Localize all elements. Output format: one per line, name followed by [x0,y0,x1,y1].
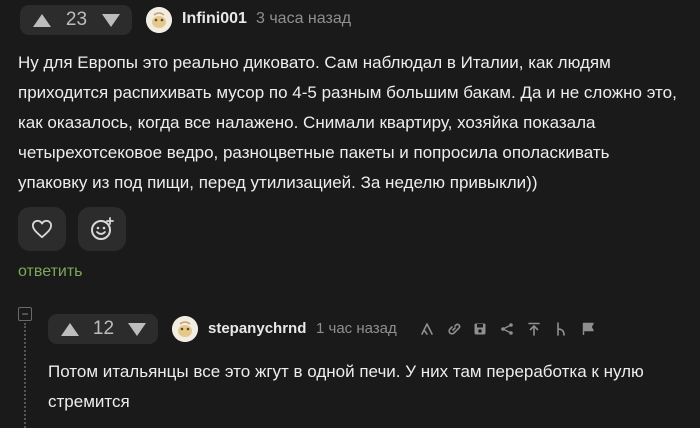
timestamp[interactable]: 1 час назад [316,320,397,337]
downvote-button[interactable] [101,13,121,28]
avatar-image-icon [172,316,198,342]
username[interactable]: stepanychrnd [208,320,306,337]
comment-text: Потом итальянцы все это жгут в одной печ… [48,362,644,411]
username[interactable]: Infini001 [182,10,247,28]
upvote-button[interactable] [60,322,80,337]
share-icon[interactable] [498,320,516,338]
thread-line[interactable] [24,323,27,428]
avatar[interactable] [146,7,172,33]
score-count: 23 [65,9,88,30]
timestamp[interactable]: 3 часа назад [256,10,351,28]
jump-up-icon[interactable] [525,320,543,338]
comment-text: Ну для Европы это реально диковато. Сам … [18,53,677,192]
heart-icon [31,219,52,239]
collapse-symbol: − [21,307,29,321]
link-icon[interactable] [445,320,463,338]
add-emoji-icon [91,217,114,240]
avatar[interactable] [172,316,198,342]
collapse-thread-button[interactable]: − [18,307,32,321]
report-flag-icon[interactable] [579,320,597,338]
branch-icon[interactable] [418,320,436,338]
like-button[interactable] [18,207,66,251]
save-icon[interactable] [471,320,489,338]
vote-control: 12 [48,314,158,344]
reply-link[interactable]: ответить [18,263,83,281]
downvote-button[interactable] [127,322,147,337]
upvote-button[interactable] [32,13,52,28]
vote-control: 23 [20,5,132,35]
score-count: 12 [92,318,115,339]
react-button[interactable] [78,207,126,251]
avatar-image-icon [146,7,172,33]
parent-icon[interactable] [552,320,570,338]
